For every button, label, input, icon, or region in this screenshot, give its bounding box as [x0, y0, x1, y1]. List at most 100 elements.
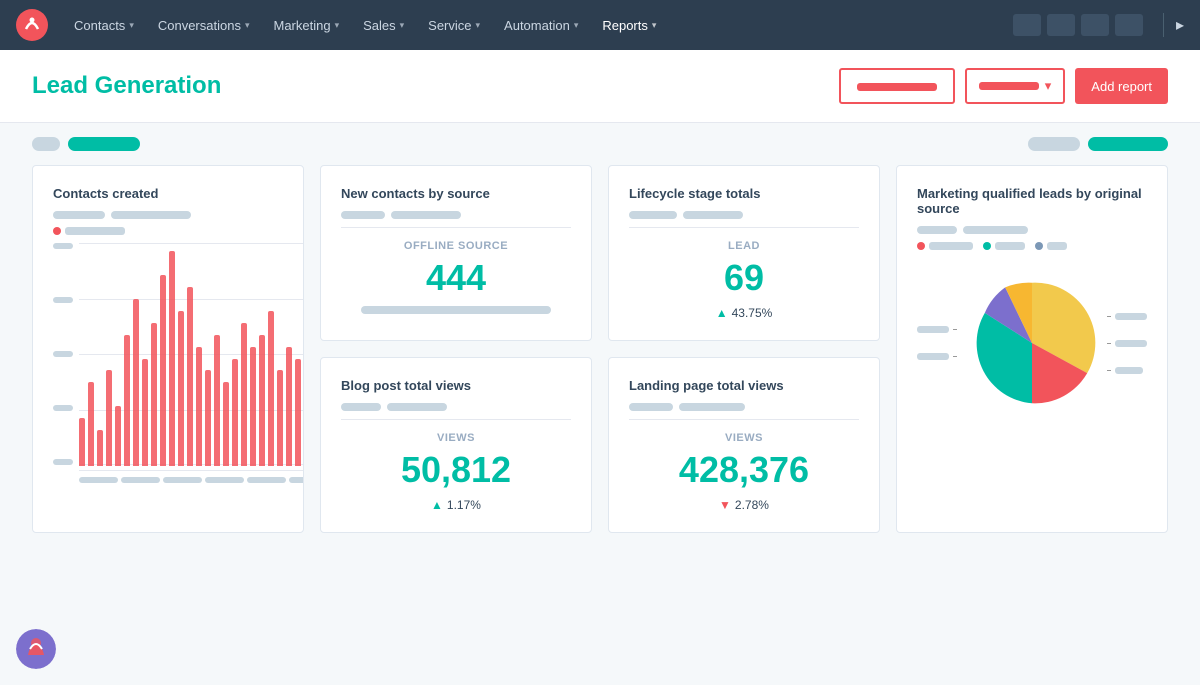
nav-automation[interactable]: Automation ▾ — [494, 0, 588, 50]
offline-source-label: OFFLINE SOURCE — [341, 240, 571, 252]
new-contacts-card: New contacts by source OFFLINE SOURCE 44… — [320, 165, 592, 341]
mql-meta — [917, 226, 1147, 234]
bar — [115, 406, 121, 466]
add-report-button[interactable]: Add report — [1075, 68, 1168, 104]
contacts-created-card: Contacts created — [32, 165, 304, 533]
bar — [223, 382, 229, 466]
y-axis — [53, 243, 73, 483]
bar — [97, 430, 103, 466]
legend-bar — [1115, 313, 1147, 320]
bar — [214, 335, 220, 466]
cards-grid: Contacts created — [32, 165, 1168, 533]
blog-views-card: Blog post total views VIEWS 50,812 ▲ 1.1… — [320, 357, 592, 533]
nav-icon-4[interactable] — [1115, 14, 1143, 36]
legend-dot-red — [53, 227, 61, 235]
nav-icon-3[interactable] — [1081, 14, 1109, 36]
bar — [124, 335, 130, 466]
legend-row — [53, 227, 283, 235]
filter-button[interactable]: ▾ — [965, 68, 1066, 104]
x-label — [79, 477, 118, 483]
bar — [259, 335, 265, 466]
contacts-created-title: Contacts created — [53, 186, 283, 201]
meta-pill — [629, 403, 673, 411]
meta-pill — [387, 403, 447, 411]
legend-item-2 — [917, 353, 957, 360]
meta-pill — [341, 211, 385, 219]
views-label: VIEWS — [341, 432, 571, 444]
nav-sales[interactable]: Sales ▾ — [353, 0, 414, 50]
bar — [268, 311, 274, 466]
legend-item-5 — [1107, 367, 1147, 374]
meta-pill — [963, 226, 1028, 234]
nav-icon-group — [1013, 14, 1143, 36]
legend-label — [929, 242, 973, 250]
contacts-value: 444 — [341, 260, 571, 296]
toolbar-left — [32, 137, 140, 151]
meta-pill — [341, 403, 381, 411]
bar-chart-area — [53, 243, 283, 483]
meta-pill — [917, 226, 957, 234]
mql-legend-row — [917, 242, 1147, 250]
contacts-meta-row — [53, 211, 283, 219]
legend-line — [1107, 316, 1111, 317]
legend-dot-teal — [983, 242, 991, 250]
mql-title: Marketing qualified leads by original so… — [917, 186, 1147, 216]
chevron-down-icon: ▾ — [400, 20, 405, 31]
lifecycle-change: ▲ 43.75% — [629, 306, 859, 320]
bar — [286, 347, 292, 466]
toolbar — [0, 123, 1200, 165]
y-label — [53, 243, 73, 249]
bar — [169, 251, 175, 466]
pie-chart-svg — [965, 268, 1099, 418]
meta-pill-2 — [111, 211, 191, 219]
nav-contacts[interactable]: Contacts ▾ — [64, 0, 144, 50]
chevron-down-icon: ▾ — [476, 20, 481, 31]
chart-bars-container — [79, 243, 304, 483]
legend-bar — [917, 353, 949, 360]
nav-conversations[interactable]: Conversations ▾ — [148, 0, 260, 50]
legend-dot-blue — [1035, 242, 1043, 250]
lifecycle-card: Lifecycle stage totals LEAD 69 ▲ 43.75% — [608, 165, 880, 341]
bar — [187, 287, 193, 466]
legend-item-3 — [1107, 313, 1147, 320]
hubspot-logo[interactable] — [16, 9, 48, 41]
nav-service[interactable]: Service ▾ — [418, 0, 490, 50]
page-header: Lead Generation ▾ Add report — [0, 50, 1200, 123]
header-actions: ▾ Add report — [839, 68, 1168, 104]
legend-line — [1107, 370, 1111, 371]
divider — [341, 227, 571, 228]
legend-line — [953, 329, 957, 330]
legend-bar — [917, 326, 949, 333]
nav-expand-icon[interactable]: ▸ — [1176, 15, 1184, 35]
x-axis-labels — [79, 477, 304, 483]
new-contacts-meta — [341, 211, 571, 219]
meta-pill — [391, 211, 461, 219]
down-arrow-icon: ▼ — [719, 498, 731, 512]
chevron-down-icon: ▾ — [245, 20, 250, 31]
x-label — [205, 477, 244, 483]
bar — [241, 323, 247, 466]
bar — [250, 347, 256, 466]
legend-bar — [1115, 340, 1147, 347]
x-label — [163, 477, 202, 483]
chevron-down-icon: ▾ — [574, 20, 579, 31]
legend-line — [953, 356, 957, 357]
blog-value: 50,812 — [341, 452, 571, 488]
bar — [88, 382, 94, 466]
legend-label — [1047, 242, 1067, 250]
nav-divider — [1163, 13, 1164, 37]
date-range-button[interactable] — [839, 68, 955, 104]
nav-marketing[interactable]: Marketing ▾ — [263, 0, 349, 50]
user-avatar[interactable] — [16, 629, 56, 669]
x-label — [121, 477, 160, 483]
up-arrow-icon: ▲ — [431, 498, 443, 512]
nav-reports[interactable]: Reports ▾ — [592, 0, 666, 50]
y-label — [53, 459, 73, 465]
meta-pill-1 — [53, 211, 105, 219]
nav-icon-1[interactable] — [1013, 14, 1041, 36]
dashboard: Contacts created — [0, 165, 1200, 565]
nav-icon-2[interactable] — [1047, 14, 1075, 36]
legend-item-4 — [1107, 340, 1147, 347]
legend-line — [1107, 343, 1111, 344]
bar — [79, 418, 85, 466]
